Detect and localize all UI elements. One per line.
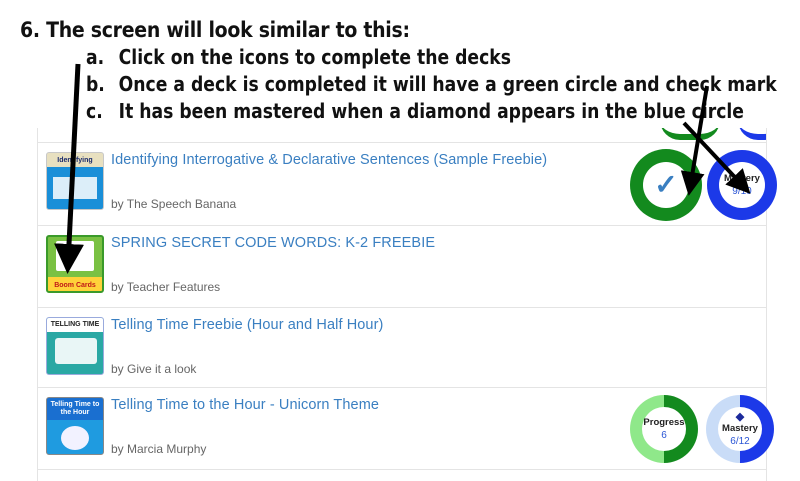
instruction-heading: 6. The screen will look similar to this: [20, 18, 410, 42]
mastery-value: 6/12 [730, 435, 750, 447]
instruction-item-b: b. Once a deck is completed it will have … [86, 72, 777, 96]
progress-value: 6 [661, 430, 667, 441]
thumbnail-text: Boom Cards [54, 282, 96, 289]
deck-row[interactable]: TELLING TIME Telling Time Freebie (Hour … [38, 307, 766, 388]
progress-complete-ring[interactable]: ✓ [630, 149, 702, 221]
previous-progress-ring [660, 128, 720, 140]
mastery-value: 9/10 [732, 186, 752, 197]
mastery-label: Mastery [724, 173, 760, 184]
previous-mastery-ring [738, 128, 766, 140]
deck-row[interactable]: Boom Cards SPRING SECRET CODE WORDS: K-2… [38, 225, 766, 308]
instruction-item-a: a. Click on the icons to complete the dec… [86, 45, 511, 69]
deck-author: by The Speech Banana [111, 197, 237, 211]
deck-row[interactable]: Telling Time to the Hour Telling Time to… [38, 387, 774, 470]
deck-list: Identifying Identifying Interrogative & … [37, 128, 777, 481]
mastery-ring[interactable]: ◆ Mastery 6/12 [706, 395, 774, 463]
thumbnail-text: Identifying [57, 157, 93, 164]
previous-row-edge [38, 128, 766, 143]
instruction-text: Once a deck is completed it will have a … [118, 72, 777, 96]
instruction-text: Click on the icons to complete the decks [118, 45, 511, 69]
deck-thumbnail[interactable]: Identifying [46, 152, 104, 210]
instruction-overlay: 6. The screen will look similar to this:… [0, 0, 800, 130]
diamond-icon: ◆ [735, 410, 745, 423]
instruction-marker: c. [86, 99, 103, 123]
progress-ring[interactable]: Progress 6 [630, 395, 698, 463]
instruction-item-c: c. It has been mastered when a diamond ap… [86, 99, 744, 123]
instruction-marker: a. [86, 45, 105, 69]
deck-author: by Marcia Murphy [111, 442, 207, 456]
thumbnail-text: Telling Time to the Hour [50, 401, 100, 416]
thumbnail-text: TELLING TIME [47, 318, 103, 332]
deck-thumbnail[interactable]: Telling Time to the Hour [46, 397, 104, 455]
deck-title[interactable]: Telling Time Freebie (Hour and Half Hour… [111, 317, 383, 333]
instruction-text: It has been mastered when a diamond appe… [118, 99, 744, 123]
deck-title[interactable]: Telling Time to the Hour - Unicorn Theme [111, 397, 379, 413]
instruction-marker: b. [86, 72, 105, 96]
deck-thumbnail[interactable]: Boom Cards [46, 235, 104, 293]
deck-author: by Teacher Features [111, 280, 221, 294]
mastery-label: Mastery [722, 422, 758, 434]
deck-row[interactable]: Identifying Identifying Interrogative & … [38, 142, 777, 226]
progress-label: Progress [643, 417, 685, 428]
mastery-ring[interactable]: Mastery 9/10 [707, 150, 777, 220]
deck-author: by Give it a look [111, 362, 197, 376]
check-icon: ✓ [654, 169, 678, 200]
deck-title[interactable]: SPRING SECRET CODE WORDS: K-2 FREEBIE [111, 235, 435, 251]
deck-title[interactable]: Identifying Interrogative & Declarative … [111, 152, 547, 168]
deck-thumbnail[interactable]: TELLING TIME [46, 317, 104, 375]
